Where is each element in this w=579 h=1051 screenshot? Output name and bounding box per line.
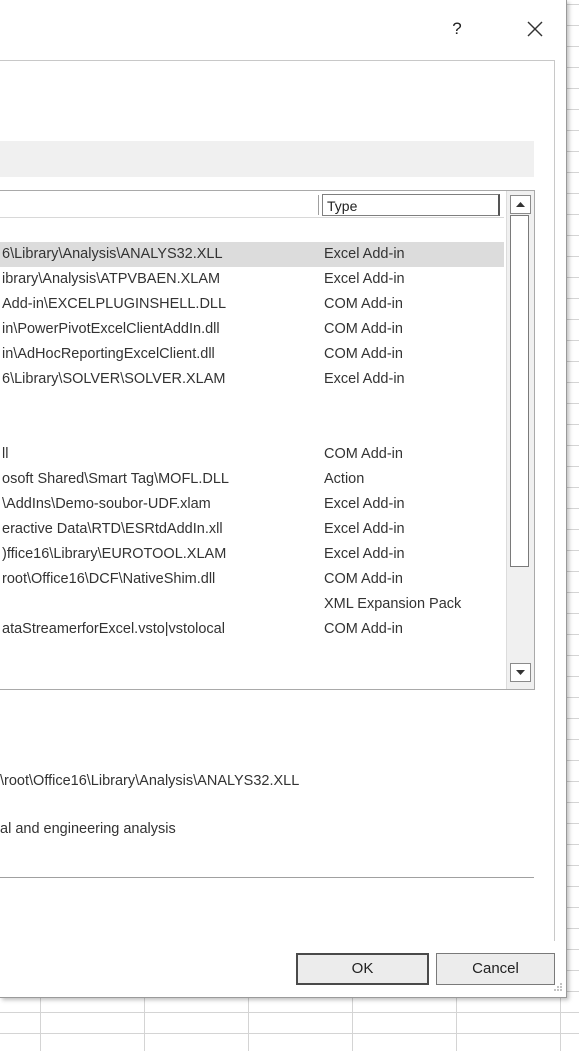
divider — [0, 877, 534, 881]
add-ins-section-header — [0, 141, 534, 177]
list-item[interactable] — [0, 217, 504, 242]
list-scrollbar[interactable] — [506, 191, 534, 689]
column-header-type[interactable]: Type — [322, 194, 500, 216]
scroll-thumb[interactable] — [510, 215, 529, 567]
list-item[interactable]: in\PowerPivotExcelClientAddIn.dll COM Add… — [0, 317, 504, 342]
help-button[interactable]: ? — [447, 18, 467, 40]
add-in-type: COM Add-in — [324, 346, 403, 362]
list-item[interactable]: 6\Library\Analysis\ANALYS32.XLL Excel Add… — [0, 242, 504, 267]
list-rows: 6\Library\Analysis\ANALYS32.XLL Excel Add… — [0, 217, 504, 642]
location-value: \root\Office16\Library\Analysis\ANALYS32… — [0, 773, 300, 789]
add-in-type: COM Add-in — [324, 321, 403, 337]
scroll-up-button[interactable] — [510, 195, 531, 214]
triangle-down-icon — [516, 670, 525, 675]
close-button[interactable] — [520, 14, 550, 44]
add-in-location: \AddIns\Demo-soubor-UDF.xlam — [2, 496, 211, 512]
list-item[interactable]: 6\Library\SOLVER\SOLVER.XLAM Excel Add-in — [0, 367, 504, 392]
add-in-type: Excel Add-in — [324, 521, 405, 537]
add-in-type: XML Expansion Pack — [324, 596, 462, 612]
add-in-location: ataStreamerforExcel.vsto|vstolocal — [2, 621, 225, 637]
add-in-location: in\PowerPivotExcelClientAddIn.dll — [2, 321, 220, 337]
add-in-location: eractive Data\RTD\ESRtdAddIn.xll — [2, 521, 223, 537]
add-in-location: root\Office16\DCF\NativeShim.dll — [2, 571, 216, 587]
add-in-type: COM Add-in — [324, 296, 403, 312]
add-in-location: in\AdHocReportingExcelClient.dll — [2, 346, 215, 362]
add-in-type: Excel Add-in — [324, 271, 405, 287]
list-header: Type — [0, 191, 504, 218]
list-item[interactable]: XML Expansion Pack — [0, 592, 504, 617]
list-item[interactable]: eractive Data\RTD\ESRtdAddIn.xll Excel Ad… — [0, 517, 504, 542]
list-item[interactable]: Add-in\EXCELPLUGINSHELL.DLL COM Add-in — [0, 292, 504, 317]
ok-button[interactable]: OK — [296, 953, 429, 985]
add-in-location: )ffice16\Library\EUROTOOL.XLAM — [2, 546, 227, 562]
add-in-type: COM Add-in — [324, 621, 403, 637]
list-item[interactable]: in\AdHocReportingExcelClient.dll COM Add-… — [0, 342, 504, 367]
cancel-button[interactable]: Cancel — [436, 953, 555, 985]
list-item[interactable]: )ffice16\Library\EUROTOOL.XLAM Excel Add-… — [0, 542, 504, 567]
add-ins-dialog: ? Type 6\Library\Analysis\ANALYS32.XLL Ex… — [0, 0, 567, 998]
resize-grip-icon[interactable] — [551, 982, 563, 994]
add-in-location: Add-in\EXCELPLUGINSHELL.DLL — [2, 296, 227, 312]
add-ins-list[interactable]: Type 6\Library\Analysis\ANALYS32.XLL Exce… — [0, 190, 535, 690]
list-item[interactable]: root\Office16\DCF\NativeShim.dll COM Add-… — [0, 567, 504, 592]
description-value: al and engineering analysis — [0, 821, 176, 837]
add-in-location: osoft Shared\Smart Tag\MOFL.DLL — [2, 471, 230, 487]
add-in-location: ll — [2, 446, 9, 462]
add-in-location: 6\Library\Analysis\ANALYS32.XLL — [2, 246, 223, 262]
add-in-location: ibrary\Analysis\ATPVBAEN.XLAM — [2, 271, 221, 287]
add-in-type: Excel Add-in — [324, 546, 405, 562]
add-in-type: Excel Add-in — [324, 371, 405, 387]
add-in-type: COM Add-in — [324, 571, 403, 587]
close-icon — [527, 21, 543, 37]
list-item[interactable]: \AddIns\Demo-soubor-UDF.xlam Excel Add-in — [0, 492, 504, 517]
add-in-type: COM Add-in — [324, 446, 403, 462]
triangle-up-icon — [516, 202, 525, 207]
list-item[interactable]: ll COM Add-in — [0, 442, 504, 467]
list-item[interactable]: ataStreamerforExcel.vsto|vstolocal COM Ad… — [0, 617, 504, 642]
add-in-location: 6\Library\SOLVER\SOLVER.XLAM — [2, 371, 226, 387]
list-item[interactable] — [0, 417, 504, 442]
list-item[interactable]: ibrary\Analysis\ATPVBAEN.XLAM Excel Add-i… — [0, 267, 504, 292]
add-in-type: Excel Add-in — [324, 496, 405, 512]
scroll-down-button[interactable] — [510, 663, 531, 682]
column-divider[interactable] — [318, 195, 321, 215]
list-item[interactable] — [0, 392, 504, 417]
add-in-type: Action — [324, 471, 365, 487]
add-in-type: Excel Add-in — [324, 246, 405, 262]
list-item[interactable]: osoft Shared\Smart Tag\MOFL.DLL Action — [0, 467, 504, 492]
